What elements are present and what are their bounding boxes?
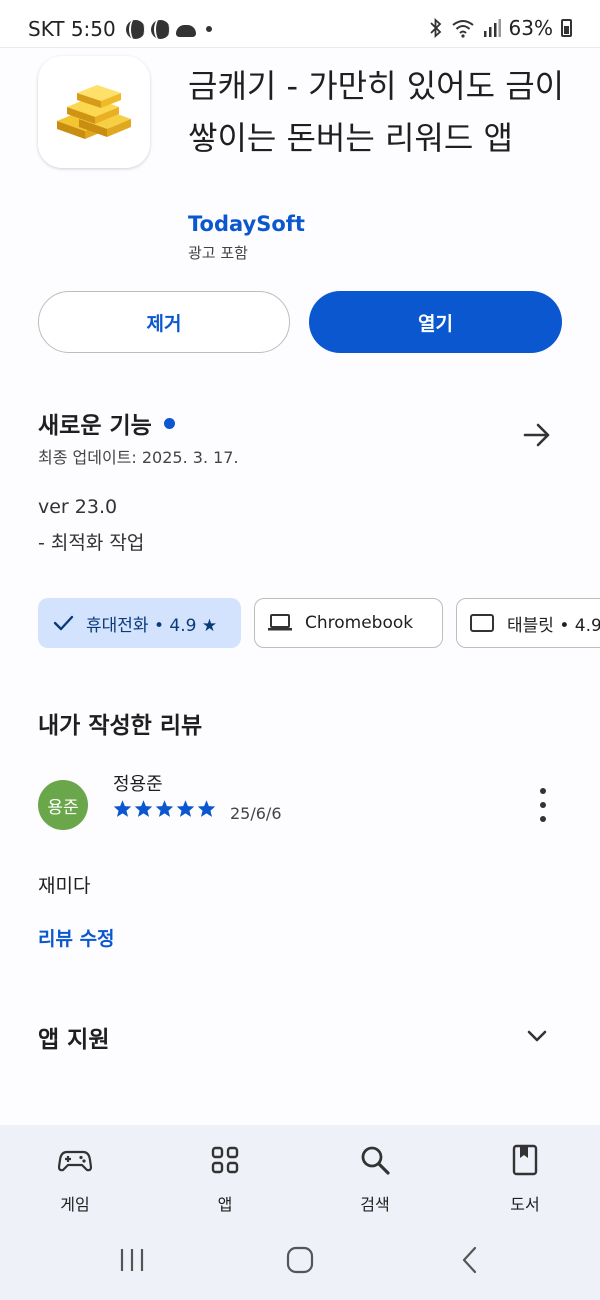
arrow-right-icon[interactable] <box>520 418 554 452</box>
chip-phone[interactable]: 휴대전화 • 4.9 ★ <box>38 598 241 648</box>
nav-books[interactable]: 도서 <box>475 1143 575 1215</box>
bottom-navigation: 게임 앱 검색 도서 <box>0 1125 600 1220</box>
battery-percent: 63% <box>508 16 553 40</box>
apps-grid-icon <box>211 1146 239 1174</box>
device-filter-chips: 휴대전화 • 4.9 ★ Chromebook 태블릿 • 4.9 <box>38 598 600 648</box>
search-icon <box>361 1146 390 1175</box>
star-icon <box>155 800 174 817</box>
app-title: 금캐기 - 가만히 있어도 금이 쌓이는 돈버는 리워드 앱 <box>188 67 565 157</box>
recent-apps-icon[interactable] <box>118 1246 146 1274</box>
nav-books-label: 도서 <box>510 1195 540 1214</box>
nav-apps-label: 앱 <box>217 1195 233 1214</box>
carrier-time: SKT 5:50 <box>28 17 116 41</box>
star-icon <box>134 800 153 817</box>
changelog-text: - 최적화 작업 <box>38 532 145 554</box>
back-icon[interactable] <box>456 1246 484 1274</box>
whats-new-title: 새로운 기능 <box>38 413 152 439</box>
nav-search-label: 검색 <box>360 1195 390 1214</box>
home-icon[interactable] <box>286 1246 314 1274</box>
signal-icon <box>483 19 501 37</box>
gamepad-icon <box>58 1150 92 1172</box>
star-icon <box>113 800 132 817</box>
version-text: ver 23.0 <box>38 496 118 518</box>
status-right: 63% <box>429 16 572 40</box>
star-icon <box>176 800 195 817</box>
battery-icon <box>561 19 572 37</box>
more-options-icon[interactable] <box>530 788 556 822</box>
contains-ads-label: 광고 포함 <box>188 244 248 262</box>
my-review-heading: 내가 작성한 리뷰 <box>38 713 203 739</box>
cloud-icon <box>175 24 196 37</box>
notification-icons <box>125 19 212 39</box>
system-navigation-bar <box>0 1220 600 1300</box>
whats-new-heading: 새로운 기능 <box>38 406 175 440</box>
nav-games[interactable]: 게임 <box>25 1143 125 1215</box>
star-icon <box>197 800 216 817</box>
chip-phone-label: 휴대전화 • 4.9 ★ <box>86 615 218 636</box>
developer-link[interactable]: TodaySoft <box>188 212 305 236</box>
status-left: SKT 5:50 <box>28 17 212 41</box>
app-support-heading[interactable]: 앱 지원 <box>38 1020 110 1054</box>
app-icon <box>38 56 150 168</box>
review-text: 재미다 <box>38 875 91 897</box>
baseball-icon <box>150 19 170 39</box>
edit-review-link[interactable]: 리뷰 수정 <box>38 924 115 951</box>
nav-search[interactable]: 검색 <box>325 1143 425 1215</box>
last-updated: 최종 업데이트: 2025. 3. 17. <box>38 448 239 467</box>
check-icon <box>52 612 74 634</box>
chip-tablet-label: 태블릿 • 4.9 <box>507 615 600 636</box>
reviewer-name: 정용준 <box>113 774 163 795</box>
chip-tablet[interactable]: 태블릿 • 4.9 <box>456 598 600 648</box>
gold-bars-icon <box>57 85 131 139</box>
chevron-down-icon[interactable] <box>524 1024 550 1048</box>
nav-apps[interactable]: 앱 <box>175 1143 275 1215</box>
chip-chromebook[interactable]: Chromebook <box>254 598 443 648</box>
avatar: 용준 <box>38 780 88 830</box>
uninstall-button[interactable]: 제거 <box>38 291 290 353</box>
star-rating <box>113 799 216 818</box>
bluetooth-icon <box>429 18 441 38</box>
wifi-icon <box>451 20 474 38</box>
open-button[interactable]: 열기 <box>309 291 562 353</box>
new-indicator-dot <box>163 417 175 429</box>
nav-games-label: 게임 <box>60 1195 90 1214</box>
review-date: 25/6/6 <box>230 804 282 823</box>
book-icon <box>512 1144 538 1176</box>
baseball-icon <box>125 19 145 39</box>
tablet-icon <box>469 613 495 633</box>
laptop-icon <box>267 613 293 633</box>
more-notifications-icon <box>205 26 212 32</box>
status-bar: SKT 5:50 63% <box>0 0 600 48</box>
chip-chromebook-label: Chromebook <box>305 613 414 633</box>
